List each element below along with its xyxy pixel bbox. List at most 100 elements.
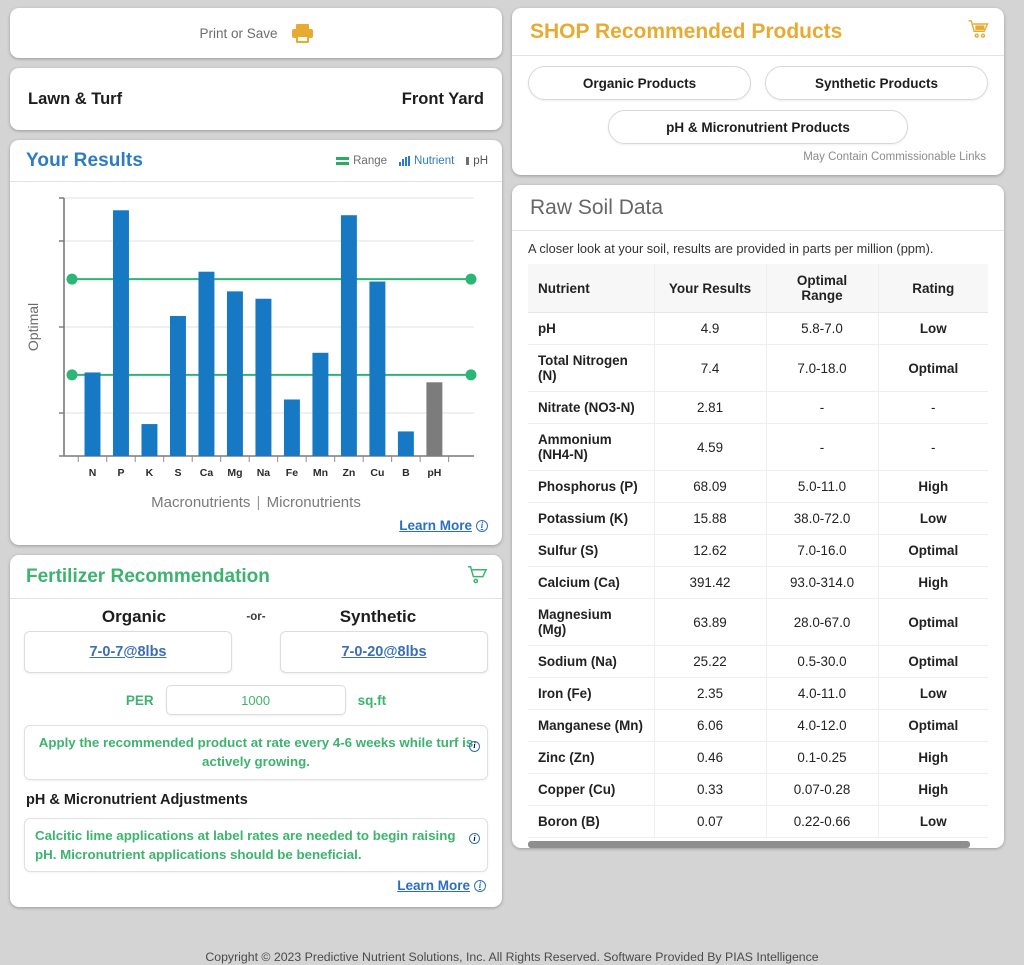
- learn-more-link-fertilizer[interactable]: Learn More i: [397, 878, 486, 893]
- legend-label-ph: pH: [473, 154, 488, 167]
- shop-header: SHOP Recommended Products: [512, 8, 1004, 56]
- table-horizontal-scrollbar[interactable]: [528, 841, 970, 848]
- cell-nutrient: Zinc (Zn): [528, 741, 654, 774]
- table-row: Sodium (Na) 25.22 0.5-30.0 Optimal: [528, 645, 988, 678]
- commission-disclaimer: May Contain Commissionable Links: [803, 151, 986, 163]
- chart-bar: [369, 281, 386, 456]
- chart-bar: [198, 271, 215, 456]
- chart-bar: [169, 315, 186, 456]
- raw-soil-header: Raw Soil Data: [512, 185, 1004, 231]
- soil-data-table: Nutrient Your Results Optimal Range Rati…: [528, 264, 988, 838]
- table-row: Boron (B) 0.07 0.22-0.66 Low: [528, 805, 988, 838]
- fertilizer-header: Fertilizer Recommendation: [10, 555, 502, 599]
- learn-more-link-chart[interactable]: Learn More i: [399, 518, 488, 533]
- cart-icon[interactable]: [467, 565, 488, 589]
- organic-products-button[interactable]: Organic Products: [528, 66, 751, 100]
- cell-nutrient: Magnesium (Mg): [528, 598, 654, 646]
- chart-legend: Range Nutrient pH: [336, 155, 488, 167]
- info-icon-application[interactable]: i: [469, 735, 480, 753]
- x-tick-label: Fe: [286, 467, 298, 479]
- x-tick-label: Mg: [227, 467, 242, 479]
- cell-nutrient: pH: [528, 312, 654, 345]
- range-line-marker-left: [66, 369, 78, 381]
- table-row: Sulfur (S) 12.62 7.0-16.0 Optimal: [528, 534, 988, 567]
- chart-bar: [84, 372, 101, 456]
- status-badge: Optimal: [877, 534, 988, 567]
- adjustment-note-box: Calcitic lime applications at label rate…: [24, 817, 488, 873]
- cell-optimal-range: 5.8-7.0: [765, 312, 878, 345]
- legend-item-nutrient: Nutrient: [399, 155, 454, 167]
- cell-nutrient: Sulfur (S): [528, 534, 654, 567]
- area-input[interactable]: [165, 685, 346, 715]
- nutrient-bar-chart: Optimal N P K S Ca Mg Na Fe Mn Zn Cu BpH: [22, 192, 490, 492]
- cell-nutrient: Nitrate (NO3-N): [528, 391, 654, 424]
- chart-bar: [312, 352, 329, 456]
- synthetic-products-button[interactable]: Synthetic Products: [765, 66, 988, 100]
- status-badge: Optimal: [877, 598, 988, 646]
- shop-body: Organic Products Synthetic Products pH &…: [512, 56, 1004, 175]
- table-row: Phosphorus (P) 68.09 5.0-11.0 High: [528, 470, 988, 503]
- range-line-marker-left: [66, 273, 78, 285]
- cell-your-result: 6.06: [653, 709, 766, 742]
- table-row: Total Nitrogen (N) 7.4 7.0-18.0 Optimal: [528, 344, 988, 392]
- cell-your-result: 4.59: [653, 423, 766, 471]
- print-or-save-button[interactable]: Print or Save: [10, 8, 502, 58]
- shop-card: SHOP Recommended Products Organic Produc…: [512, 8, 1004, 175]
- cell-nutrient: Copper (Cu): [528, 773, 654, 806]
- synthetic-product-box[interactable]: 7-0-20@8lbs: [280, 631, 488, 673]
- your-results-card: Your Results Range Nutrient pH Optimal N…: [10, 140, 502, 545]
- table-row: Ammonium (NH4-N) 4.59- -: [528, 423, 988, 471]
- organic-product-box[interactable]: 7-0-7@8lbs: [24, 631, 232, 673]
- chart-bar: [113, 210, 129, 456]
- synthetic-product-link[interactable]: 7-0-20@8lbs: [341, 644, 426, 660]
- printer-icon: [291, 23, 313, 43]
- organic-product-link[interactable]: 7-0-7@8lbs: [89, 644, 166, 660]
- fertilizer-recommendation-card: Fertilizer Recommendation Organic -or- S…: [10, 555, 502, 908]
- chart-bar: [283, 399, 300, 456]
- copyright-text: Copyright © 2023 Predictive Nutrient Sol…: [205, 950, 819, 964]
- cell-your-result: 2.81: [653, 391, 766, 424]
- cell-your-result: 0.46: [653, 741, 766, 774]
- shop-button-row: Organic Products Synthetic Products: [528, 66, 988, 100]
- raw-soil-body: A closer look at your soil, results are …: [512, 231, 1004, 848]
- chart-bar: [226, 291, 243, 456]
- cell-nutrient: Ammonium (NH4-N): [528, 423, 654, 471]
- status-badge: Optimal: [877, 645, 988, 678]
- cart-icon[interactable]: [967, 19, 990, 44]
- info-icon: i: [476, 519, 488, 532]
- chart-svg: Optimal N P K S Ca Mg Na Fe Mn Zn Cu BpH: [25, 197, 477, 479]
- ph-micronutrient-products-button[interactable]: pH & Micronutrient Products: [608, 110, 908, 144]
- macronutrients-label: Macronutrients: [151, 494, 251, 511]
- fertilizer-body: Organic -or- Synthetic 7-0-7@8lbs 7-0-20…: [10, 599, 502, 907]
- fertilizer-title: Fertilizer Recommendation: [26, 565, 270, 587]
- adjustment-note-text: Calcitic lime applications at label rate…: [35, 827, 456, 862]
- cell-optimal-range: -: [765, 391, 878, 424]
- area-unit-label: sq.ft: [357, 692, 387, 708]
- cell-optimal-range: 4.0-12.0: [765, 709, 878, 742]
- info-icon-adjustment[interactable]: i: [469, 828, 480, 846]
- cell-optimal-range: 0.22-0.66: [765, 805, 878, 838]
- status-badge: High: [877, 741, 988, 774]
- chart-bar: [141, 424, 158, 456]
- sample-summary-bar: Lawn & Turf Front Yard: [10, 68, 502, 130]
- table-row: Nitrate (NO3-N) 2.81- -: [528, 391, 988, 424]
- range-line-marker-right: [465, 369, 477, 381]
- cell-nutrient: Potassium (K): [528, 502, 654, 535]
- table-header-row: Nutrient Your Results Optimal Range Rati…: [528, 264, 988, 313]
- x-tick-label: B: [402, 467, 410, 479]
- page-title: Your Results: [26, 149, 143, 171]
- status-badge: Low: [877, 312, 988, 345]
- footer: Copyright © 2023 Predictive Nutrient Sol…: [0, 950, 1024, 965]
- chart-learn-more-row: Learn More i: [10, 515, 502, 545]
- status-badge: High: [877, 566, 988, 599]
- table-row: Manganese (Mn) 6.06 4.0-12.0 Optimal: [528, 709, 988, 742]
- table-body: pH 4.9 5.8-7.0 Low Total Nitrogen (N) 7.4 7.0-…: [528, 312, 988, 838]
- per-label: PER: [125, 692, 154, 708]
- cell-your-result: 0.07: [653, 805, 766, 838]
- sample-location-label: Front Yard: [401, 89, 484, 108]
- left-column: Print or Save Lawn & Turf Front Yard You…: [10, 8, 502, 965]
- table-row: pH 4.9 5.8-7.0 Low: [528, 312, 988, 345]
- x-tick-label: P: [117, 467, 124, 479]
- column-header-optimal-range: Optimal Range: [765, 264, 878, 313]
- learn-more-label-2: Learn More: [397, 878, 470, 894]
